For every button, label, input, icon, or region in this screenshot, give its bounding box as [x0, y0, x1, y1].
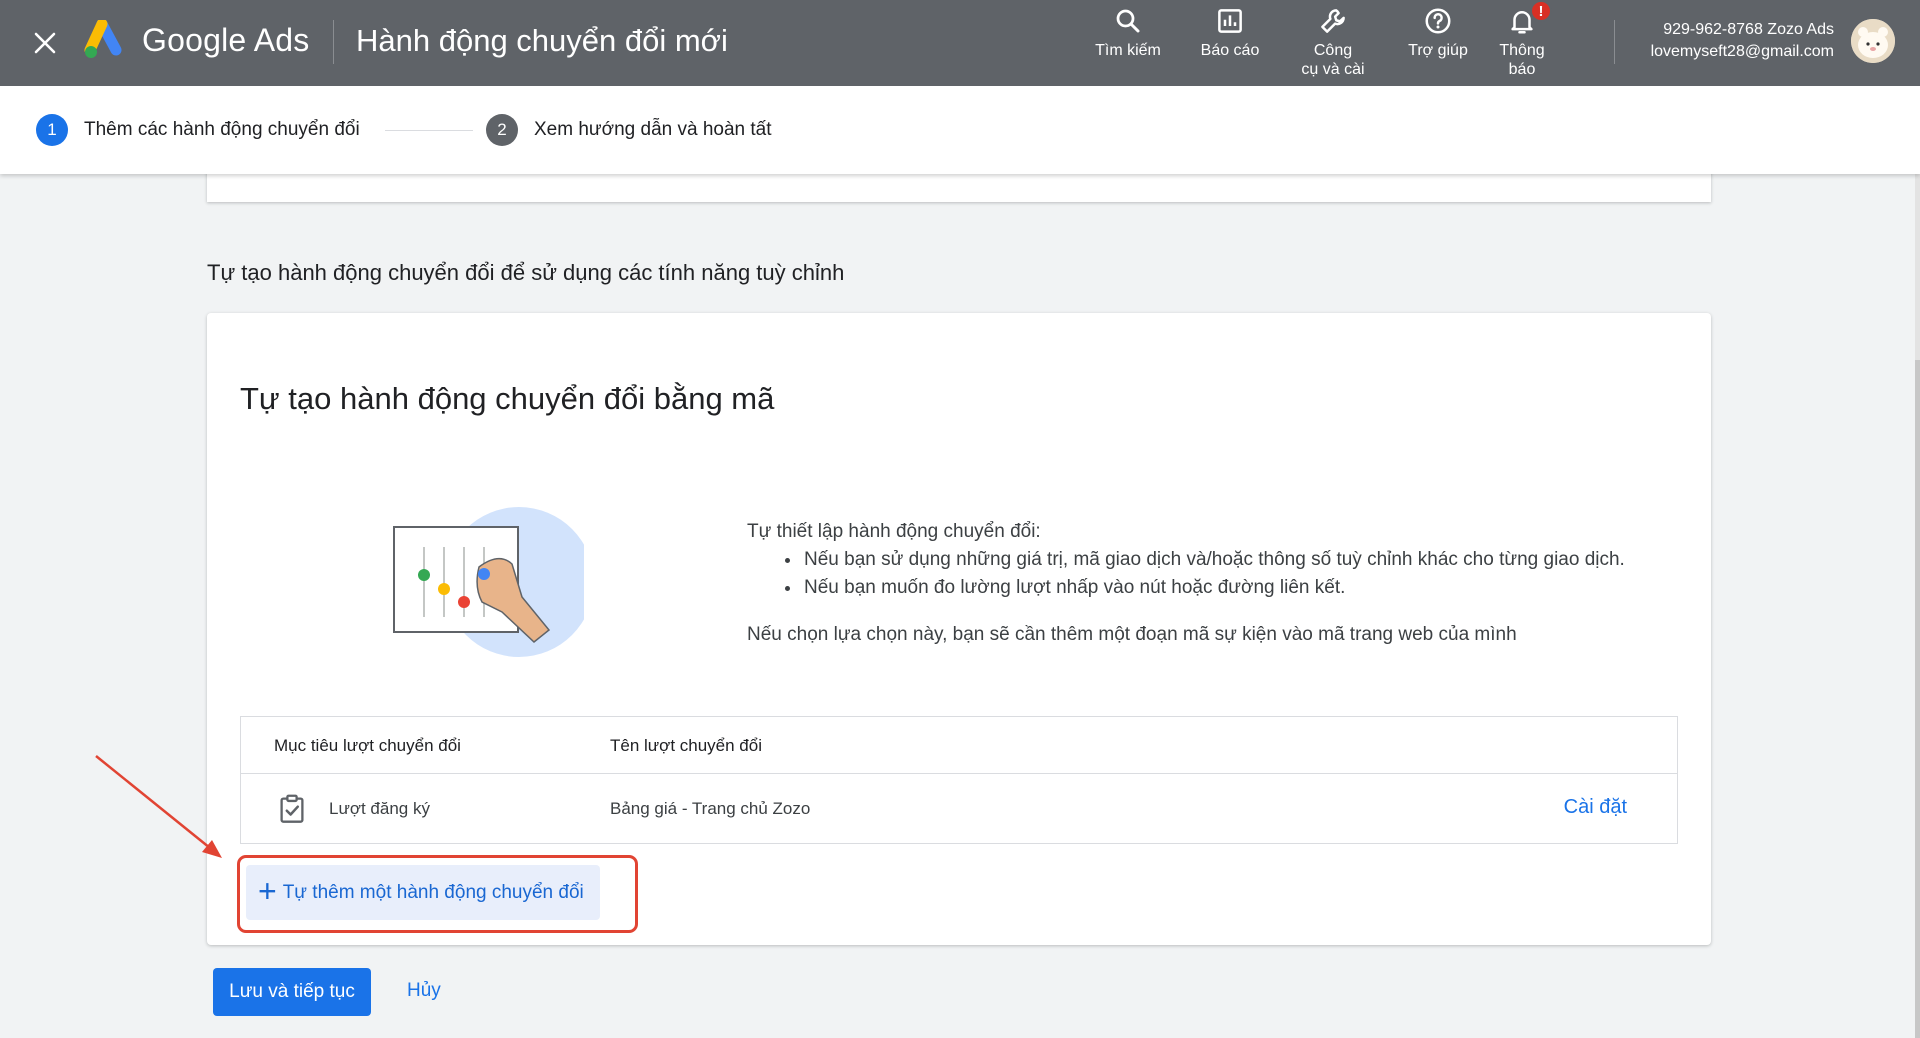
page-title: Hành động chuyển đổi mới: [356, 23, 728, 58]
notification-badge: !: [1530, 0, 1552, 22]
reports-button[interactable]: Báo cáo: [1192, 6, 1268, 82]
equalizer-illustration: [393, 507, 584, 657]
step-connector: [385, 130, 473, 131]
search-label: Tìm kiếm: [1095, 42, 1161, 59]
tools-button[interactable]: Công cụ và cài: [1293, 6, 1373, 82]
add-button-label: Tự thêm một hành động chuyển đổi: [282, 881, 584, 903]
cancel-button[interactable]: Hủy: [407, 980, 441, 1002]
scrollbar-thumb[interactable]: [1915, 360, 1920, 1038]
conversion-table: Mục tiêu lượt chuyển đổi Tên lượt chuyển…: [240, 716, 1678, 844]
stepper: 1 Thêm các hành động chuyển đổi 2 Xem hư…: [0, 86, 1920, 174]
description-intro: Tự thiết lập hành động chuyển đổi:: [747, 521, 1041, 542]
account-info[interactable]: 929-962-8768 Zozo Ads lovemyseft28@gmail…: [1628, 19, 1834, 63]
row-name: Bảng giá - Trang chủ Zozo: [610, 799, 811, 818]
tools-label: Công cụ và cài: [1301, 42, 1365, 78]
code-conversion-card: Tự tạo hành động chuyển đổi bằng mã Tự t…: [207, 313, 1711, 945]
wrench-icon: [1321, 9, 1345, 33]
add-conversion-action-button[interactable]: + Tự thêm một hành động chuyển đổi: [246, 865, 600, 920]
description-bullet: Nếu bạn muốn đo lường lượt nhấp vào nút …: [802, 574, 1627, 602]
search-button[interactable]: Tìm kiếm: [1092, 6, 1164, 82]
step-add-actions[interactable]: 1 Thêm các hành động chuyển đổi: [36, 114, 360, 146]
help-label: Trợ giúp: [1408, 42, 1468, 59]
account-divider: [1614, 20, 1615, 64]
header-goal: Mục tiêu lượt chuyển đổi: [274, 736, 461, 755]
help-button[interactable]: Trợ giúp: [1400, 6, 1476, 82]
account-email: lovemyseft28@gmail.com: [1650, 43, 1834, 60]
notifications-button[interactable]: ! Thông báo: [1494, 0, 1552, 82]
account-id: 929-962-8768 Zozo Ads: [1663, 21, 1834, 38]
search-icon: [1116, 9, 1140, 33]
description-bullets: Nếu bạn sử dụng những giá trị, mã giao d…: [802, 546, 1627, 602]
section-heading: Tự tạo hành động chuyển đổi để sử dụng c…: [207, 260, 845, 285]
top-app-bar: Google Ads Hành động chuyển đổi mới Tìm …: [0, 0, 1920, 86]
notifications-label-clip: Thông báo: [1499, 41, 1544, 74]
notifications-label: Thông báo: [1499, 42, 1545, 74]
avatar[interactable]: [1851, 19, 1895, 63]
close-icon: [34, 32, 56, 54]
close-button[interactable]: [26, 24, 64, 62]
step-2-number: 2: [486, 114, 518, 146]
step-1-number: 1: [36, 114, 68, 146]
description-bullet: Nếu bạn sử dụng những giá trị, mã giao d…: [802, 546, 1627, 574]
brand-name: Google Ads: [142, 22, 310, 58]
header-name: Tên lượt chuyển đổi: [610, 736, 762, 755]
table-row: Lượt đăng ký Bảng giá - Trang chủ Zozo C…: [241, 774, 1677, 843]
plus-icon: +: [258, 873, 277, 909]
report-icon: [1218, 9, 1242, 33]
row-goal: Lượt đăng ký: [329, 799, 430, 818]
title-divider: [333, 20, 334, 64]
save-continue-button[interactable]: Lưu và tiếp tục: [213, 968, 371, 1016]
table-header: Mục tiêu lượt chuyển đổi Tên lượt chuyển…: [241, 717, 1677, 774]
help-icon: [1425, 8, 1451, 34]
settings-link[interactable]: Cài đặt: [1564, 796, 1627, 819]
description: Tự thiết lập hành động chuyển đổi: Nếu b…: [747, 518, 1627, 649]
step-1-label: Thêm các hành động chuyển đổi: [84, 119, 360, 140]
description-note: Nếu chọn lựa chọn này, bạn sẽ cần thêm m…: [747, 624, 1517, 645]
card-title: Tự tạo hành động chuyển đổi bằng mã: [240, 381, 775, 416]
step-2-label: Xem hướng dẫn và hoàn tất: [534, 119, 772, 140]
checklist-icon: [280, 794, 304, 823]
step-review-finish[interactable]: 2 Xem hướng dẫn và hoàn tất: [486, 114, 772, 146]
avatar-image: [1851, 19, 1895, 63]
reports-label: Báo cáo: [1200, 42, 1260, 59]
google-ads-logo: [84, 20, 122, 58]
